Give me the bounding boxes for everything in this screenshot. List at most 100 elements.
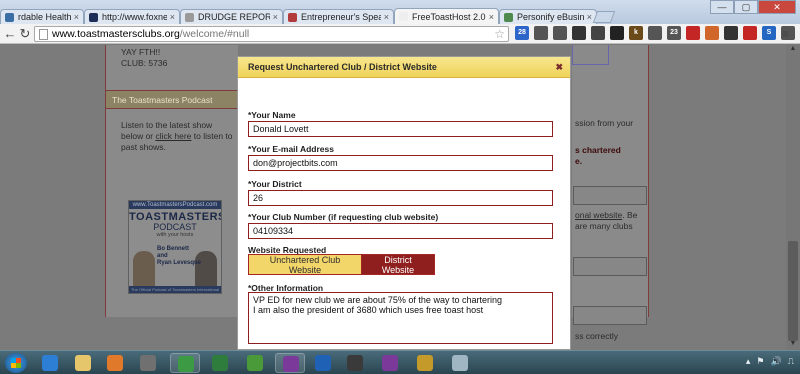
action-center-icon[interactable]: ⚑: [756, 356, 764, 367]
media-player-glyph-icon: [107, 355, 123, 371]
tab-favicon-icon: [504, 12, 513, 22]
dialog-title: Request Unchartered Club / District Webs…: [248, 62, 437, 72]
right-link[interactable]: onal website: [575, 210, 622, 220]
window-close-button[interactable]: ✕: [758, 0, 796, 14]
district-field[interactable]: [248, 190, 553, 206]
app-taskbar-icon-12[interactable]: [410, 353, 440, 373]
address-bar[interactable]: www.toastmastersclubs.org/welcome/#null …: [34, 26, 509, 42]
maximize-button[interactable]: ▢: [734, 0, 758, 14]
right-input-2[interactable]: [573, 257, 647, 276]
window-controls: — ▢ ✕: [710, 0, 796, 14]
app-7-glyph-icon: [247, 355, 263, 371]
browser-tab[interactable]: DRUDGE REPORT 2014®×: [180, 9, 283, 24]
browser-tab[interactable]: Entrepreneur's Speak Easy×: [283, 9, 394, 24]
browser-tab[interactable]: rdable Health Covera×: [0, 9, 84, 24]
extension-icon-5[interactable]: [591, 26, 605, 40]
outlook-taskbar-icon[interactable]: [308, 353, 338, 373]
tab-close-icon[interactable]: ×: [587, 12, 592, 22]
podcast-text: Listen to the latest show below or click…: [121, 120, 233, 152]
chrome-taskbar-icon[interactable]: [170, 353, 200, 373]
extension-icon-11[interactable]: [705, 26, 719, 40]
tab-close-icon[interactable]: ×: [273, 12, 278, 22]
extension-icon-7[interactable]: k: [629, 26, 643, 40]
menu-icon[interactable]: ≡: [782, 27, 789, 41]
network-icon[interactable]: ⎍: [788, 356, 794, 367]
extension-icon-4[interactable]: [572, 26, 586, 40]
extension-icon-14[interactable]: S: [762, 26, 776, 40]
browser-tab[interactable]: FreeToastHost 2.0 ×: [394, 8, 499, 24]
onenote-glyph-icon: [283, 356, 299, 372]
tab-favicon-icon: [399, 12, 408, 21]
extension-icon-6[interactable]: [610, 26, 624, 40]
onenote-taskbar-icon-2[interactable]: [375, 353, 405, 373]
extension-icon-13[interactable]: [743, 26, 757, 40]
bookmark-star-icon[interactable]: ☆: [494, 27, 505, 41]
name-field[interactable]: [248, 121, 553, 137]
tab-favicon-icon: [89, 12, 98, 22]
scroll-up-icon[interactable]: ▲: [786, 45, 800, 55]
podcast-image[interactable]: www.ToastmastersPodcast.com TOASTMASTERS…: [128, 200, 222, 294]
podcast-image-caption: with your hosts: [156, 232, 194, 238]
club-info: YAY FTH!! CLUB: 5736: [121, 47, 167, 69]
browser-tab-bar: rdable Health Covera×http://www.foxnews.…: [0, 0, 800, 24]
podcast-image-url: www.ToastmastersPodcast.com: [129, 201, 221, 209]
district-website-button[interactable]: District Website: [361, 254, 435, 275]
host-photo-1: [133, 251, 155, 287]
tab-title: http://www.foxnews.com: [102, 12, 167, 22]
browser-tab[interactable]: Personify eBusiness > Clu×: [499, 9, 597, 24]
tab-favicon-icon: [185, 12, 194, 22]
start-button[interactable]: [5, 353, 27, 373]
new-tab-button[interactable]: [592, 11, 616, 23]
tab-title: rdable Health Covera: [18, 12, 71, 22]
app-taskbar-icon-7[interactable]: [240, 353, 270, 373]
volume-icon[interactable]: 🔊: [770, 356, 781, 367]
podcast-hosts: Bo Bennett and Ryan Levesque: [157, 246, 202, 266]
tab-title: DRUDGE REPORT 2014®: [198, 12, 270, 22]
ie-taskbar-icon[interactable]: [35, 353, 65, 373]
tab-title: Entrepreneur's Speak Easy: [301, 12, 381, 22]
name-label: *Your Name: [248, 110, 296, 120]
tab-title: FreeToastHost 2.0: [412, 11, 486, 22]
tab-close-icon[interactable]: ×: [170, 12, 175, 22]
windows-logo-icon: [11, 358, 21, 368]
windows-taskbar: ▴ ⚑ 🔊 ⎍: [0, 350, 800, 374]
email-field[interactable]: [248, 155, 553, 171]
back-arrow-icon[interactable]: ←: [2, 26, 18, 41]
publisher-taskbar-icon[interactable]: [205, 353, 235, 373]
right-input-3[interactable]: [573, 306, 647, 325]
podcast-link[interactable]: click here: [156, 131, 192, 141]
app-taskbar-icon-4[interactable]: [133, 353, 163, 373]
extension-icon-10[interactable]: [686, 26, 700, 40]
extension-icon-3[interactable]: [553, 26, 567, 40]
tab-close-icon[interactable]: ×: [74, 12, 79, 22]
extension-icon-12[interactable]: [724, 26, 738, 40]
podcast-header: The Toastmasters Podcast: [106, 90, 238, 109]
browser-tab[interactable]: http://www.foxnews.com×: [84, 9, 180, 24]
show-hidden-icons-icon[interactable]: ▴: [746, 356, 751, 367]
reload-icon[interactable]: ↻: [17, 26, 33, 42]
media-player-taskbar-icon[interactable]: [100, 353, 130, 373]
close-icon[interactable]: ✖: [555, 62, 563, 73]
onenote-taskbar-icon[interactable]: [275, 353, 305, 373]
explorer-glyph-icon: [75, 355, 91, 371]
scrollbar-thumb[interactable]: [788, 241, 798, 341]
club-number-field[interactable]: [248, 223, 553, 239]
other-information-field[interactable]: VP ED for new club we are about 75% of t…: [248, 292, 553, 344]
extension-icon-1[interactable]: 28: [515, 26, 529, 40]
page-scrollbar[interactable]: ▲ ▼: [786, 45, 800, 350]
explorer-taskbar-icon[interactable]: [68, 353, 98, 373]
url-text: www.toastmastersclubs.org/welcome/#null: [52, 28, 250, 40]
extension-icon-8[interactable]: [648, 26, 662, 40]
tab-close-icon[interactable]: ×: [489, 12, 494, 22]
app-taskbar-icon-10[interactable]: [340, 353, 370, 373]
unchartered-club-website-button[interactable]: Unchartered Club Website: [248, 254, 362, 275]
minimize-button[interactable]: —: [710, 0, 734, 14]
extension-icon-9[interactable]: 23: [667, 26, 681, 40]
tab-title: Personify eBusiness > Clu: [517, 12, 584, 22]
right-input-1[interactable]: [573, 186, 647, 205]
onenote-2-glyph-icon: [382, 355, 398, 371]
tab-close-icon[interactable]: ×: [384, 12, 389, 22]
app-taskbar-icon-13[interactable]: [445, 353, 475, 373]
extension-icon-2[interactable]: [534, 26, 548, 40]
scroll-down-icon[interactable]: ▼: [786, 340, 800, 350]
